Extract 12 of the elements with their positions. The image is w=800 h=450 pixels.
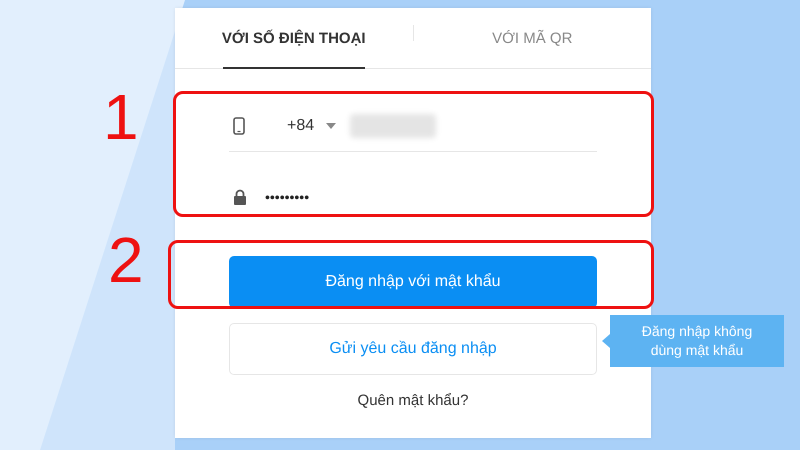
step-number: 1 xyxy=(103,85,139,149)
login-tab[interactable]: VỚI MÃ QR xyxy=(414,8,651,68)
login-tab[interactable]: VỚI SỐ ĐIỆN THOẠI xyxy=(175,8,412,68)
forgot-password-link[interactable]: Quên mật khẩu? xyxy=(352,391,474,410)
country-code[interactable]: +84 xyxy=(287,117,314,135)
tooltip: Đăng nhập không dùng mật khẩu xyxy=(610,315,784,367)
password-field[interactable]: ••••••••• xyxy=(265,189,465,205)
tooltip-pointer xyxy=(602,334,610,348)
phone-icon xyxy=(233,117,245,135)
lock-icon xyxy=(233,189,247,205)
step-number: 2 xyxy=(108,228,144,292)
caret-icon[interactable] xyxy=(326,123,336,129)
